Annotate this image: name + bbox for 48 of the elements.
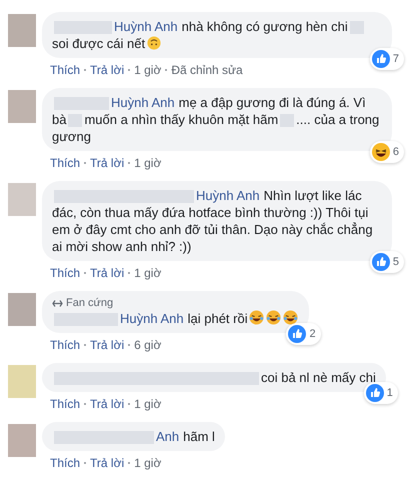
reply-link[interactable]: Trả lời	[90, 395, 124, 413]
avatar[interactable]	[8, 90, 36, 123]
timestamp-link[interactable]: 1 giờ	[134, 264, 162, 282]
reaction-count: 6	[392, 144, 399, 160]
avatar[interactable]	[8, 365, 36, 398]
reaction-badge[interactable]: 7	[370, 48, 404, 70]
avatar[interactable]	[8, 424, 36, 457]
reply-link[interactable]: Trả lời	[90, 154, 124, 172]
tagged-name-link[interactable]: Anh	[156, 429, 180, 444]
avatar[interactable]	[8, 14, 36, 47]
reaction-count: 1	[386, 386, 393, 400]
like-link[interactable]: Thích	[50, 154, 80, 172]
avatar[interactable]	[8, 293, 36, 326]
reaction-badge[interactable]: 2	[286, 323, 321, 345]
laughing-tears-icon	[248, 310, 264, 325]
reaction-badge[interactable]: 1	[364, 382, 398, 404]
tagged-name-link[interactable]: Huỳnh Anh	[111, 95, 175, 110]
upside-down-face-icon	[147, 36, 162, 50]
reaction-badge[interactable]: 5	[370, 251, 404, 273]
reaction-count: 7	[392, 52, 399, 66]
comment-text: Huỳnh Anh lại phét rồi	[52, 310, 299, 327]
timestamp-link[interactable]: 1 giờ	[134, 395, 162, 413]
like-link[interactable]: Thích	[50, 61, 80, 79]
timestamp-link[interactable]: 6 giờ	[134, 336, 162, 354]
reaction-count: 2	[309, 326, 316, 342]
reaction-badge[interactable]: 6	[370, 141, 404, 163]
like-link[interactable]: Thích	[50, 395, 80, 413]
reply-link[interactable]: Trả lời	[90, 61, 124, 79]
tagged-name-link[interactable]: Huỳnh Anh	[120, 311, 184, 326]
reply-link[interactable]: Trả lời	[90, 264, 124, 282]
reply-link[interactable]: Trả lời	[90, 336, 124, 354]
reaction-count: 5	[392, 254, 399, 270]
tagged-name-link[interactable]: Huỳnh Anh	[114, 19, 178, 34]
like-link[interactable]: Thích	[50, 336, 80, 354]
like-link[interactable]: Thích	[50, 264, 80, 282]
like-link[interactable]: Thích	[50, 454, 80, 472]
timestamp-link[interactable]: 1 giờ	[134, 154, 162, 172]
edited-link[interactable]: Đã chỉnh sửa	[171, 61, 243, 79]
comment-text: Anh hãm l	[52, 428, 215, 445]
timestamp-link[interactable]: 1 giờ	[134, 454, 162, 472]
timestamp-link[interactable]: 1 giờ	[134, 61, 162, 79]
avatar[interactable]	[8, 183, 36, 216]
badge-label: Fan cứng	[66, 297, 114, 310]
tagged-name-link[interactable]: Huỳnh Anh	[196, 188, 260, 203]
badge-icon	[52, 299, 63, 308]
laughing-tears-icon	[282, 310, 298, 325]
reply-link[interactable]: Trả lời	[90, 454, 124, 472]
laughing-tears-icon	[266, 310, 281, 325]
